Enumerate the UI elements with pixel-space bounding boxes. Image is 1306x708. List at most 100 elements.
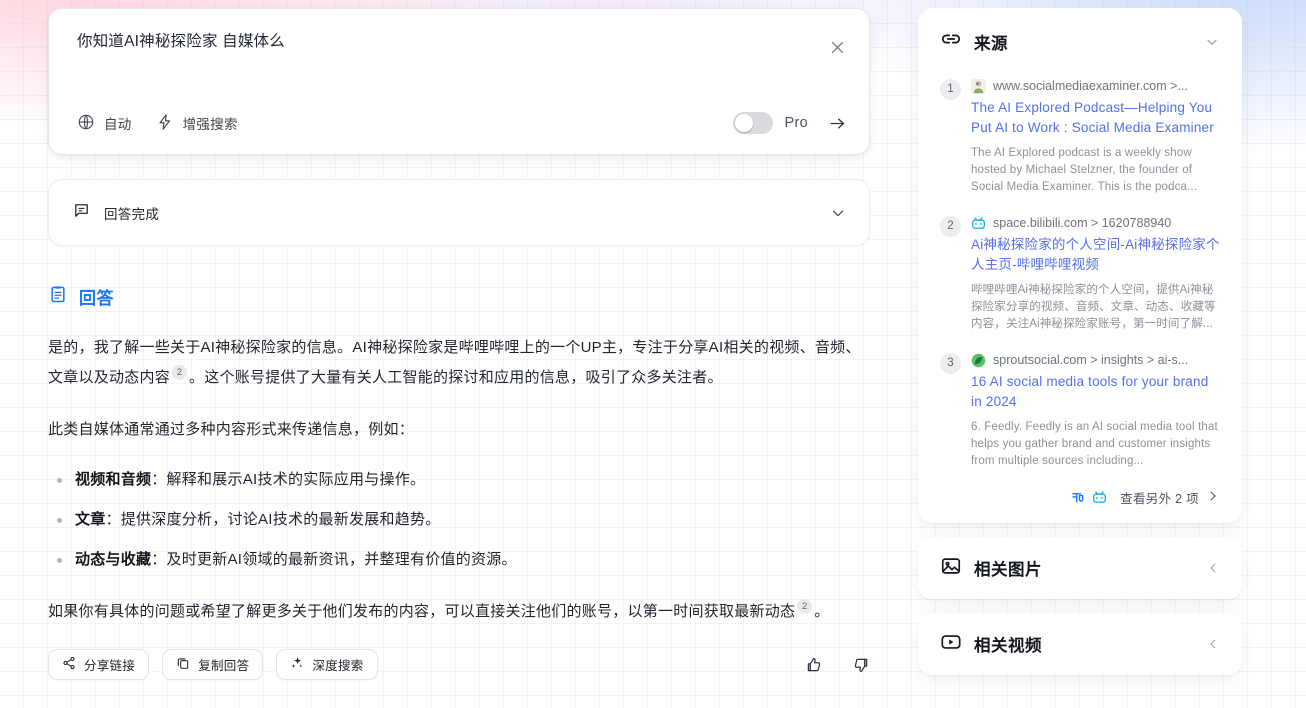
- source-number: 3: [940, 353, 961, 374]
- answer-action-row: 分享链接 复制回答 深度搜索: [48, 649, 870, 680]
- share-icon: [62, 656, 76, 673]
- copy-icon: [176, 656, 190, 673]
- source-snippet: 哔哩哔哩Ai神秘探险家的个人空间，提供Ai神秘探险家分享的视频、音频、文章、动态…: [971, 284, 1216, 330]
- answer-paragraph-3-text-b: 。: [814, 603, 830, 620]
- citation-badge[interactable]: 2: [172, 365, 188, 380]
- list-item: 视频和音频：解释和展示AI技术的实际应用与操作。: [48, 467, 870, 493]
- list-item[interactable]: 3 sproutsocial.com > insights > ai-s...: [940, 351, 1220, 470]
- chevron-left-icon[interactable]: [1206, 637, 1220, 651]
- globe-icon: [77, 113, 95, 134]
- source-url: www.socialmediaexaminer.com >...: [993, 79, 1188, 93]
- source-number: 2: [940, 216, 961, 237]
- source-body: space.bilibili.com > 1620788940 Ai神秘探险家的…: [971, 214, 1220, 333]
- copy-answer-button[interactable]: 复制回答: [162, 649, 264, 680]
- query-input[interactable]: 你知道AI神秘探险家 自媒体么: [77, 31, 845, 53]
- bilibili-favicon: [1092, 490, 1108, 505]
- source-title[interactable]: Ai神秘探险家的个人空间-Ai神秘探险家个人主页-哔哩哔哩视频: [971, 235, 1220, 275]
- right-sidebar: 来源 1 www.socialmediaexaminer.com >... Th…: [918, 0, 1242, 675]
- share-link-label: 分享链接: [84, 659, 136, 673]
- bullet-term: 视频和音频: [75, 471, 152, 488]
- list-item: 文章：提供深度分析，讨论AI技术的最新发展和趋势。: [48, 507, 870, 533]
- bullet-desc: ：解释和展示AI技术的实际应用与操作。: [151, 471, 426, 488]
- source-number: 1: [940, 79, 961, 100]
- citation-badge[interactable]: 2: [797, 599, 813, 614]
- query-toolbar: 自动 增强搜索 Pro: [77, 106, 847, 140]
- mode-auto-label: 自动: [104, 117, 132, 132]
- answer-paragraph-3-text-a: 如果你有具体的问题或希望了解更多关于他们发布的内容，可以直接关注他们的账号，以第…: [48, 603, 796, 620]
- answer-status-label: 回答完成: [104, 206, 160, 222]
- enhanced-search-label: 增强搜索: [182, 117, 238, 132]
- source-snippet: The AI Explored podcast is a weekly show…: [971, 147, 1198, 193]
- bilibili-favicon: [971, 215, 986, 231]
- answer-paragraph-1-text-b: 。这个账号提供了大量有关人工智能的探讨和应用的信息，吸引了众多关注者。: [189, 369, 723, 386]
- answer-body: 是的，我了解一些关于AI神秘探险家的信息。AI神秘探险家是哔哩哔哩上的一个UP主…: [48, 333, 870, 627]
- bullet-term: 文章: [75, 511, 106, 528]
- list-item[interactable]: 1 www.socialmediaexaminer.com >... The A…: [940, 77, 1220, 196]
- pro-toggle-knob: [734, 114, 753, 132]
- deep-search-button[interactable]: 深度搜索: [276, 649, 378, 680]
- arrow-right-icon[interactable]: [828, 114, 847, 133]
- copy-answer-label: 复制回答: [198, 659, 250, 673]
- main-content-column: 你知道AI神秘探险家 自媒体么 自动 增强搜索 Pro 回答完成 回答 是的，我…: [48, 0, 870, 708]
- answer-heading-label: 回答: [79, 289, 114, 308]
- view-more-sources-button[interactable]: 查看另外 2 项: [940, 488, 1220, 507]
- view-more-sources-label: 查看另外 2 项: [1120, 492, 1199, 506]
- video-icon: [940, 631, 962, 658]
- message-icon: [73, 202, 90, 224]
- sources-heading-label: 来源: [974, 34, 1008, 53]
- source-title[interactable]: 16 AI social media tools for your brand …: [971, 372, 1220, 412]
- related-videos-card[interactable]: 相关视频: [918, 613, 1242, 675]
- chevron-right-icon: [1206, 489, 1220, 506]
- source-title[interactable]: The AI Explored Podcast—Helping You Put …: [971, 98, 1220, 138]
- mode-auto-button[interactable]: 自动: [77, 113, 156, 134]
- sources-heading: 来源: [940, 28, 1220, 55]
- answer-bullet-list: 视频和音频：解释和展示AI技术的实际应用与操作。 文章：提供深度分析，讨论AI技…: [48, 467, 870, 573]
- answer-paragraph-3: 如果你有具体的问题或希望了解更多关于他们发布的内容，可以直接关注他们的账号，以第…: [48, 597, 870, 627]
- share-link-button[interactable]: 分享链接: [48, 649, 150, 680]
- link-icon: [940, 28, 962, 55]
- sources-card: 来源 1 www.socialmediaexaminer.com >... Th…: [918, 8, 1242, 523]
- answer-paragraph-2: 此类自媒体通常通过多种内容形式来传递信息，例如：: [48, 421, 415, 438]
- source-snippet: 6. Feedly. Feedly is an AI social media …: [971, 421, 1218, 467]
- related-videos-heading: 相关视频: [940, 631, 1220, 658]
- page-root: 你知道AI神秘探险家 自媒体么 自动 增强搜索 Pro 回答完成 回答 是的，我…: [0, 0, 1306, 708]
- source-url: space.bilibili.com > 1620788940: [993, 216, 1172, 230]
- thumbs-down-icon[interactable]: [852, 656, 870, 674]
- close-icon[interactable]: [825, 35, 849, 59]
- related-images-heading: 相关图片: [940, 555, 1220, 582]
- related-images-card[interactable]: 相关图片: [918, 537, 1242, 599]
- chevron-down-icon[interactable]: [1204, 34, 1220, 50]
- pro-toggle[interactable]: [732, 112, 773, 134]
- deep-search-label: 深度搜索: [312, 659, 364, 673]
- socialmediaexaminer-favicon: [971, 78, 986, 94]
- source-url: sproutsocial.com > insights > ai-s...: [993, 353, 1189, 367]
- answer-status-card[interactable]: 回答完成: [48, 179, 870, 246]
- chevron-down-icon[interactable]: [829, 204, 847, 222]
- sources-list: 1 www.socialmediaexaminer.com >... The A…: [940, 77, 1220, 470]
- source-url-row: sproutsocial.com > insights > ai-s...: [971, 351, 1220, 369]
- query-card: 你知道AI神秘探险家 自媒体么 自动 增强搜索 Pro: [48, 8, 870, 155]
- lightning-icon: [156, 113, 174, 134]
- source-body: sproutsocial.com > insights > ai-s... 16…: [971, 351, 1220, 470]
- source-url-row: space.bilibili.com > 1620788940: [971, 214, 1220, 232]
- related-videos-label: 相关视频: [974, 637, 1042, 655]
- enhanced-search-button[interactable]: 增强搜索: [156, 113, 262, 134]
- bullet-term: 动态与收藏: [75, 551, 152, 568]
- zhihu-favicon: [1070, 490, 1086, 505]
- list-item[interactable]: 2 space.bilibili.com > 1620788940 Ai神秘探险…: [940, 214, 1220, 333]
- bullet-desc: ：提供深度分析，讨论AI技术的最新发展和趋势。: [105, 511, 441, 528]
- answer-section-heading: 回答: [48, 284, 870, 309]
- source-body: www.socialmediaexaminer.com >... The AI …: [971, 77, 1220, 196]
- answer-paragraph-1: 是的，我了解一些关于AI神秘探险家的信息。AI神秘探险家是哔哩哔哩上的一个UP主…: [48, 333, 870, 393]
- bullet-desc: ：及时更新AI领域的最新资讯，并整理有价值的资源。: [151, 551, 517, 568]
- sproutsocial-favicon: [971, 353, 986, 368]
- clipboard-icon: [48, 284, 68, 309]
- source-url-row: www.socialmediaexaminer.com >...: [971, 77, 1220, 95]
- image-icon: [940, 555, 962, 582]
- related-images-label: 相关图片: [974, 561, 1042, 579]
- sparkle-icon: [290, 656, 304, 673]
- thumbs-up-icon[interactable]: [805, 656, 823, 674]
- pro-label: Pro: [784, 115, 808, 131]
- chevron-left-icon[interactable]: [1206, 561, 1220, 575]
- list-item: 动态与收藏：及时更新AI领域的最新资讯，并整理有价值的资源。: [48, 547, 870, 573]
